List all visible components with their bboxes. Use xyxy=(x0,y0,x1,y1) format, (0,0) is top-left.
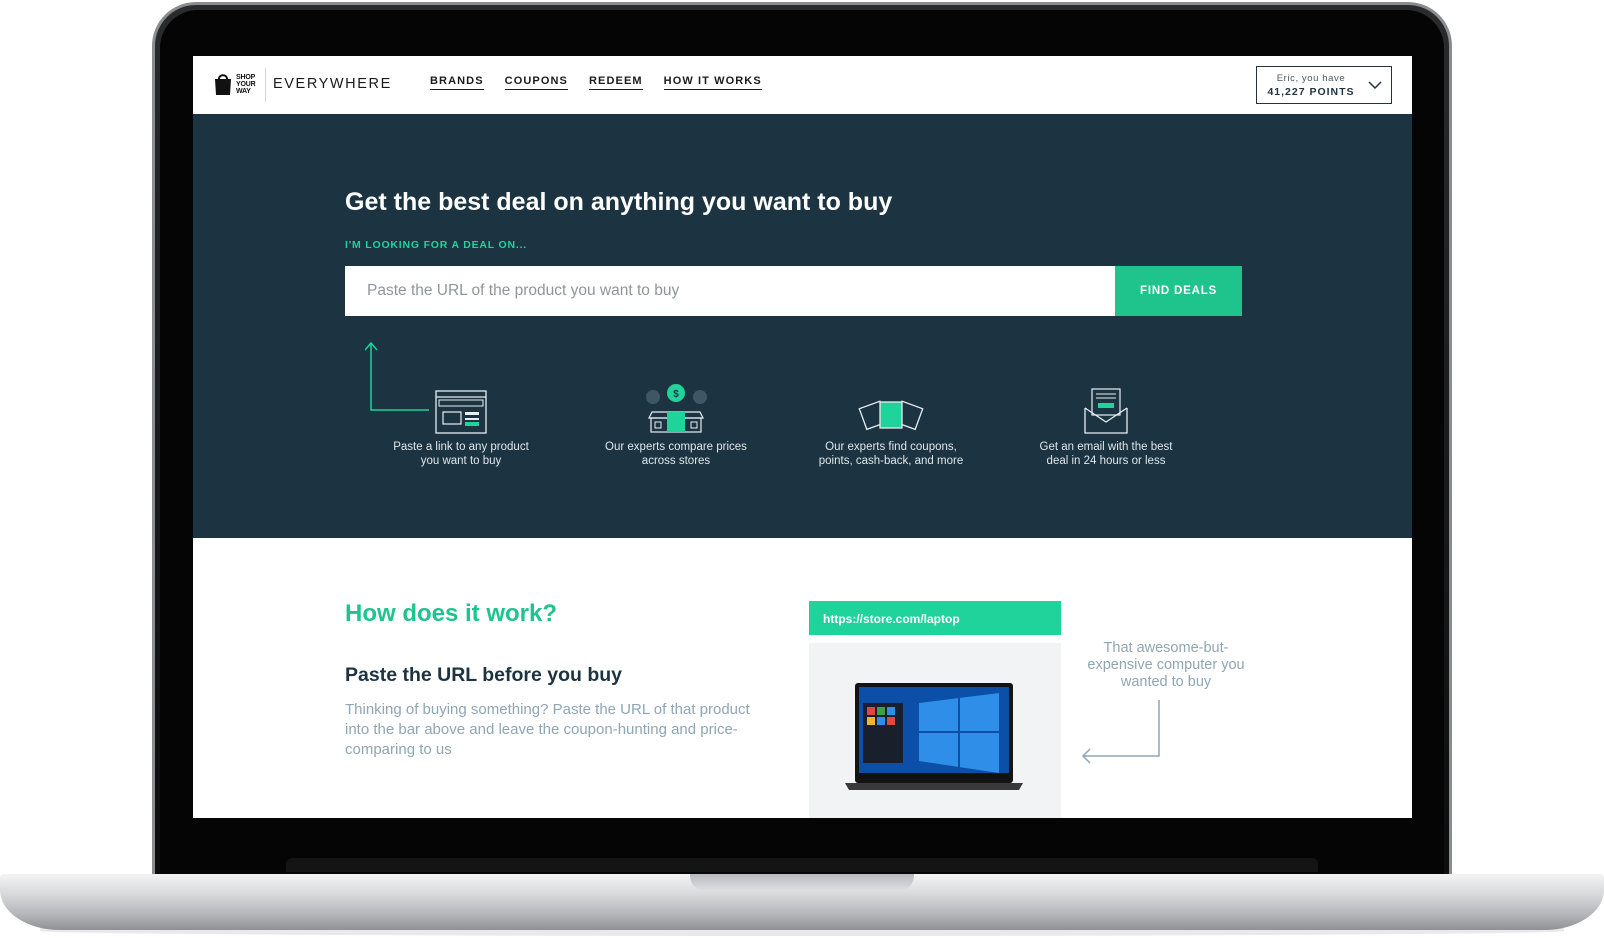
how-subtitle: Paste the URL before you buy xyxy=(345,664,623,686)
nav-link-how-it-works[interactable]: HOW IT WORKS xyxy=(663,75,762,90)
step-text-line: Our experts compare prices xyxy=(605,441,747,453)
step-text-line: Paste a link to any product xyxy=(393,441,529,453)
step-text: Our experts compare prices across stores xyxy=(576,440,776,468)
hero-title: Get the best deal on anything you want t… xyxy=(345,188,893,216)
points-text: Eric, you have 41,227 POINTS xyxy=(1257,73,1365,98)
screen: SHOP YOUR WAY EVERYWHERE BRANDS COUPONS … xyxy=(193,56,1412,818)
store-compare-icon: $ xyxy=(576,382,776,434)
step-find-coupons: Our experts find coupons, points, cash-b… xyxy=(791,382,991,468)
step-text: Get an email with the best deal in 24 ho… xyxy=(1006,440,1206,468)
step-text-line: deal in 24 hours or less xyxy=(1046,455,1166,467)
points-greeting: Eric, you have xyxy=(1276,72,1346,84)
example-url-bar: https://store.com/laptop xyxy=(809,601,1061,635)
laptop-hinge xyxy=(286,858,1318,872)
step-compare-prices: $ Our experts compare prices across stor… xyxy=(576,382,776,468)
chevron-down-icon xyxy=(1365,75,1385,95)
points-amount: 41,227 POINTS xyxy=(1267,85,1355,98)
nav-link-brands[interactable]: BRANDS xyxy=(430,75,484,90)
how-description: Thinking of buying something? Paste the … xyxy=(345,701,750,758)
svg-text:$: $ xyxy=(673,389,679,400)
top-nav: SHOP YOUR WAY EVERYWHERE BRANDS COUPONS … xyxy=(193,56,1412,114)
logo-divider xyxy=(265,68,266,102)
step-text-line: points, cash-back, and more xyxy=(818,455,964,467)
logo-everywhere: EVERYWHERE xyxy=(273,76,392,92)
step-paste-link: Paste a link to any product you want to … xyxy=(361,382,561,468)
nav-link-coupons[interactable]: COUPONS xyxy=(504,75,568,90)
hero-subtitle: I'M LOOKING FOR A DEAL ON... xyxy=(345,239,528,251)
step-text-line: across stores xyxy=(641,455,711,467)
browser-link-icon xyxy=(361,382,561,434)
step-get-email: Get an email with the best deal in 24 ho… xyxy=(1006,382,1206,468)
product-card xyxy=(809,643,1061,818)
email-envelope-icon xyxy=(1006,382,1206,434)
step-text-line: you want to buy xyxy=(420,455,502,467)
url-search-input[interactable] xyxy=(345,266,1115,316)
step-text-line: Get an email with the best xyxy=(1039,441,1173,453)
step-text: Our experts find coupons, points, cash-b… xyxy=(791,440,991,468)
how-title: How does it work? xyxy=(345,600,558,627)
shopping-bag-icon xyxy=(213,72,233,96)
laptop-notch xyxy=(690,874,914,890)
step-text: Paste a link to any product you want to … xyxy=(361,440,561,468)
arrow-left-icon xyxy=(1081,700,1160,764)
step-text-line: Our experts find coupons, xyxy=(825,441,957,453)
laptop-annotation: That awesome-but-expensive computer you … xyxy=(1087,640,1245,690)
laptop-product-image xyxy=(845,683,1023,790)
hero-section: Get the best deal on anything you want t… xyxy=(193,114,1412,538)
logo-text: SHOP YOUR WAY xyxy=(236,73,256,95)
nav-link-redeem[interactable]: REDEEM xyxy=(588,75,643,90)
coupon-tags-icon xyxy=(791,382,991,434)
find-deals-button[interactable]: FIND DEALS xyxy=(1115,266,1242,316)
logo[interactable]: SHOP YOUR WAY xyxy=(213,72,260,96)
account-points-dropdown[interactable]: Eric, you have 41,227 POINTS xyxy=(1256,66,1392,104)
nav-links: BRANDS COUPONS REDEEM HOW IT WORKS xyxy=(430,75,762,90)
